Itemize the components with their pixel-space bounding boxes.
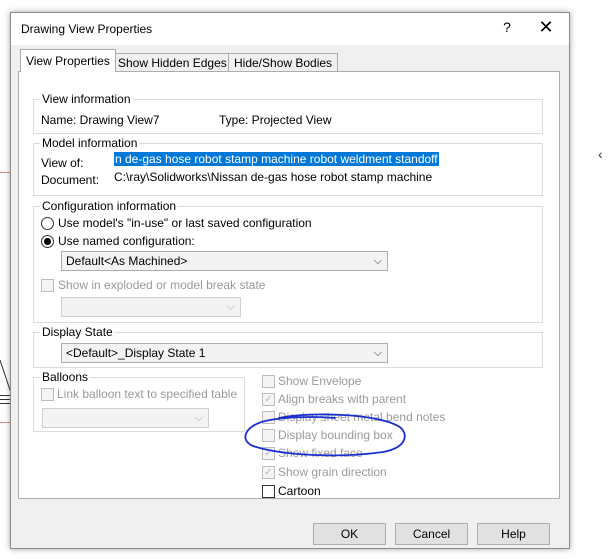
model-information-title: Model information [40,136,140,150]
chevron-down-icon: ⌵ [373,347,382,359]
cancel-button[interactable]: Cancel [395,523,468,545]
grain-direction-checkbox[interactable]: ✓ [262,466,275,479]
align-breaks-checkbox[interactable]: ✓ [262,393,275,406]
configuration-title: Configuration information [40,199,179,213]
configuration-group: Configuration information Use model's "i… [33,199,543,323]
view-of-field[interactable]: n de-gas hose robot stamp machine robot … [114,152,439,166]
document-path: C:\ray\Solidworks\Nissan de-gas hose rob… [114,170,433,184]
cartoon-label[interactable]: Cartoon [278,484,321,498]
in-use-config-label[interactable]: Use model's "in-use" or last saved confi… [58,216,312,230]
exploded-state-label: Show in exploded or model break state [58,278,266,292]
ok-button[interactable]: OK [313,523,386,545]
balloons-title: Balloons [40,370,91,384]
exploded-state-checkbox[interactable] [41,279,54,292]
display-state-title: Display State [40,325,115,339]
chevron-down-icon: ⌵ [373,255,382,267]
view-information-group: View information Name: Drawing View7 Typ… [33,92,543,134]
link-balloon-label: Link balloon text to specified table [57,387,238,401]
show-envelope-label: Show Envelope [278,374,362,388]
dialog-title: Drawing View Properties [21,22,153,36]
view-of-label: View of: [41,156,84,170]
named-config-select[interactable]: Default<As Machined> ⌵ [61,251,388,271]
link-balloon-checkbox[interactable] [41,388,54,401]
display-state-select[interactable]: <Default>_Display State 1 ⌵ [61,343,388,363]
balloons-group: Balloons Link balloon text to specified … [33,370,245,432]
chevron-down-icon: ⌵ [226,301,235,313]
annotation-circle-icon [244,413,406,457]
named-config-value: Default<As Machined> [66,254,188,268]
view-properties-panel: View information Name: Drawing View7 Typ… [18,71,560,499]
cad-dashed-line [0,422,10,423]
show-envelope-checkbox[interactable] [262,375,275,388]
model-information-group: Model information View of: n de-gas hose… [33,136,543,196]
checkmark-icon: ✓ [264,394,273,405]
checkmark-icon: ✓ [264,467,273,478]
tab-view-properties[interactable]: View Properties [20,49,116,72]
help-button[interactable]: Help [477,523,550,545]
tab-hide-show-bodies[interactable]: Hide/Show Bodies [228,53,339,71]
title-bar: Drawing View Properties ? ✕ [11,13,569,45]
display-state-value: <Default>_Display State 1 [66,346,206,360]
close-icon[interactable]: ✕ [535,17,557,38]
document-label: Document: [41,173,100,187]
view-name-text: Name: Drawing View7 [41,113,160,127]
tab-show-hidden-edges[interactable]: Show Hidden Edges [112,53,233,71]
help-icon[interactable]: ? [497,19,517,35]
view-type-text: Type: Projected View [219,113,332,127]
cad-dashed-line [0,172,10,173]
drawing-view-properties-dialog: Drawing View Properties ? ✕ View Propert… [10,12,570,549]
view-information-title: View information [40,92,133,106]
cartoon-checkbox[interactable] [262,485,275,498]
cad-fragment: ‹ [598,146,603,162]
in-use-config-radio[interactable] [41,217,54,230]
balloon-table-select[interactable]: ⌵ [42,408,209,428]
grain-direction-label: Show grain direction [278,465,387,479]
named-config-radio[interactable] [41,235,54,248]
exploded-state-select[interactable]: ⌵ [61,297,241,317]
chevron-down-icon: ⌵ [194,412,203,424]
align-breaks-label: Align breaks with parent [278,392,407,406]
named-config-label[interactable]: Use named configuration: [58,234,195,248]
display-state-group: Display State <Default>_Display State 1 … [33,325,543,368]
